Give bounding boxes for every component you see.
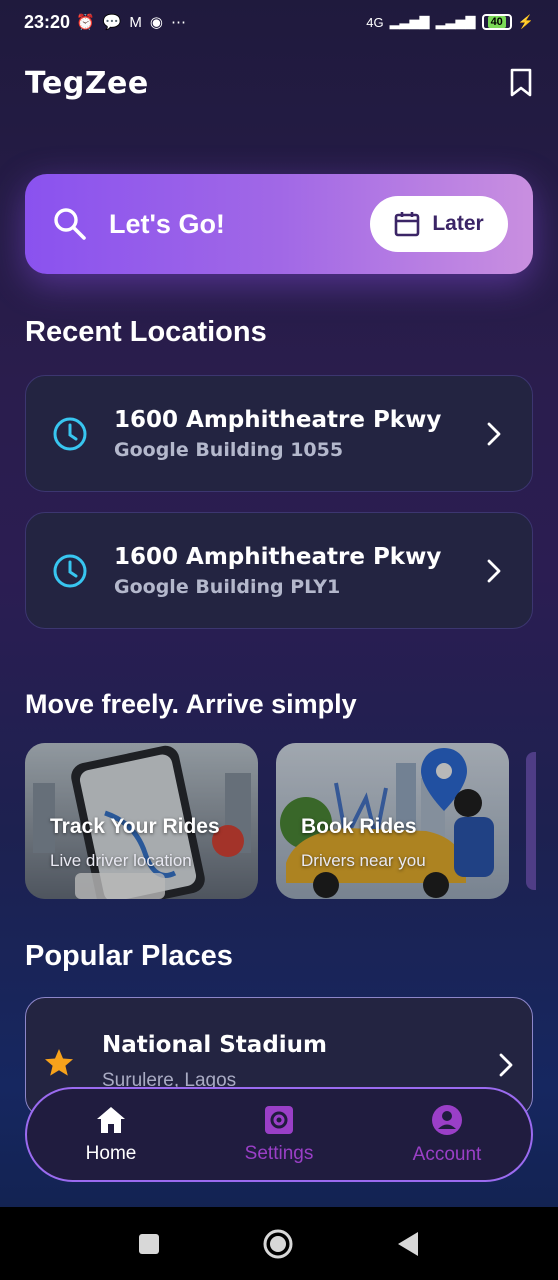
later-button[interactable]: Later [370, 196, 508, 252]
back-icon[interactable] [396, 1231, 420, 1257]
feature-card-next[interactable] [526, 752, 536, 890]
nav-account-label: Account [412, 1143, 482, 1165]
chevron-right-icon [487, 559, 501, 582]
recent-location-item[interactable]: 1600 Amphitheatre Pkwy Google Building P… [25, 512, 533, 629]
app-bar: TegZee [25, 58, 533, 108]
alarm-icon: ⏰ [76, 14, 95, 31]
bottom-nav: Home Settings Account [25, 1087, 533, 1182]
recent-location-title: 1600 Amphitheatre Pkwy [114, 543, 442, 570]
recents-icon[interactable] [138, 1233, 160, 1255]
nav-settings[interactable]: Settings [219, 1105, 339, 1165]
nav-account[interactable]: Account [387, 1104, 507, 1166]
battery-icon: 40 [481, 14, 512, 30]
bookmark-icon[interactable] [509, 68, 533, 98]
feature-card-track-rides[interactable]: Track Your Rides Live driver location [25, 743, 258, 899]
feature-title: Track Your Rides [50, 815, 220, 838]
home-system-icon[interactable] [262, 1228, 294, 1260]
location-icon: ◉ [149, 14, 164, 31]
settings-icon [265, 1105, 293, 1134]
later-label: Later [432, 212, 484, 235]
chevron-right-icon [487, 422, 501, 445]
system-navigation-bar [0, 1207, 558, 1280]
recent-location-subtitle: Google Building PLY1 [114, 575, 341, 598]
clock-icon [53, 417, 87, 450]
feature-subtitle: Live driver location [50, 851, 192, 870]
popular-place-title: National Stadium [102, 1032, 328, 1058]
search-card[interactable]: Let's Go! Later [25, 174, 533, 274]
feature-subtitle: Drivers near you [301, 851, 426, 870]
nav-home[interactable]: Home [51, 1105, 171, 1165]
network-label: 4G [366, 14, 384, 30]
nav-home-label: Home [85, 1142, 137, 1164]
feature-card-book-rides[interactable]: Book Rides Drivers near you [276, 743, 509, 899]
more-icon: ⋯ [171, 14, 187, 31]
mail-icon: M [129, 13, 142, 31]
notification-icons: ⏰ 💬 M ◉ ⋯ [76, 13, 187, 32]
recent-location-item[interactable]: 1600 Amphitheatre Pkwy Google Building 1… [25, 375, 533, 492]
nav-settings-label: Settings [244, 1142, 314, 1164]
recent-locations-title: Recent Locations [25, 316, 267, 348]
chat-icon: 💬 [102, 14, 122, 31]
status-time: 23:20 [24, 11, 71, 32]
search-label: Let's Go! [109, 208, 225, 239]
feature-title: Book Rides [301, 815, 417, 838]
calendar-icon [395, 212, 420, 237]
star-icon [45, 1049, 73, 1076]
app-title: TegZee [25, 65, 149, 101]
signal-icon-2: ▂▃▅▇ [435, 14, 476, 29]
system-icons: 4G ▂▃▅▇ ▂▃▅▇ 40 ⚡ [366, 14, 534, 30]
status-bar: 23:20 ⏰ 💬 M ◉ ⋯ 4G ▂▃▅▇ ▂▃▅▇ 40 ⚡ [0, 0, 558, 44]
home-icon [97, 1106, 125, 1133]
signal-icon: ▂▃▅▇ [389, 14, 430, 29]
features-title: Move freely. Arrive simply [25, 689, 357, 719]
popular-places-title: Popular Places [25, 940, 233, 972]
account-icon [432, 1104, 462, 1135]
clock-icon [53, 554, 87, 587]
search-icon [54, 208, 86, 240]
charging-icon: ⚡ [517, 14, 534, 29]
recent-location-title: 1600 Amphitheatre Pkwy [114, 406, 442, 433]
chevron-right-icon [499, 1053, 513, 1077]
recent-location-subtitle: Google Building 1055 [114, 438, 344, 461]
